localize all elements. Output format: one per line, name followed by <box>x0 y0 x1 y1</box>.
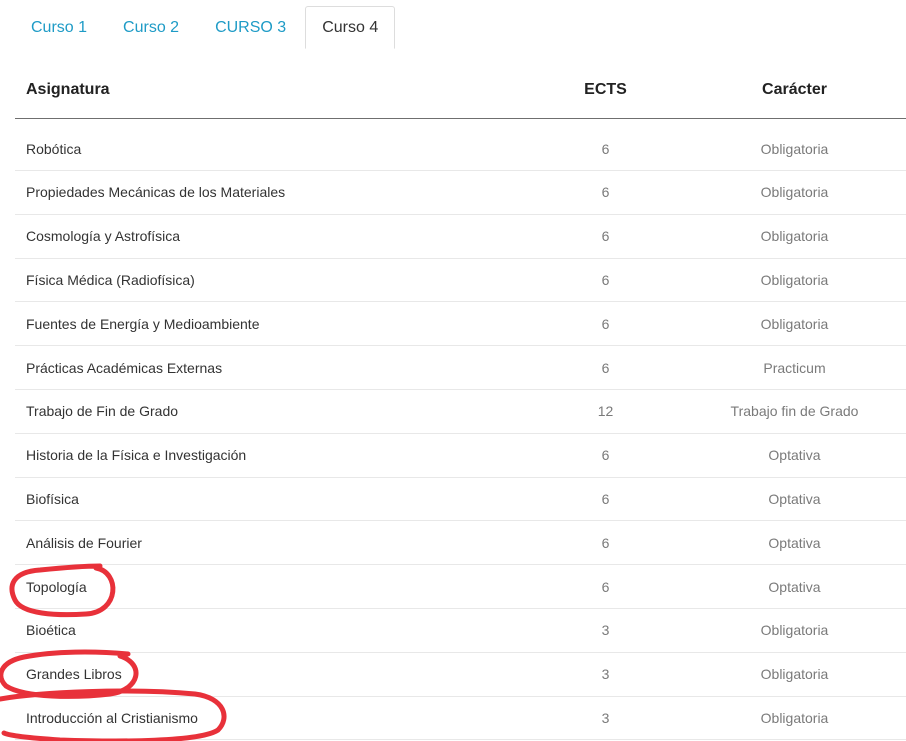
tab-curso-2[interactable]: Curso 2 <box>106 6 196 47</box>
cell-ects: 6 <box>601 359 610 376</box>
cell-ects: 6 <box>601 228 610 245</box>
table-body: Robótica 6 Obligatoria Propiedades Mecánica… <box>15 128 906 741</box>
tab-curso-4[interactable]: Curso 4 <box>305 6 396 49</box>
cell-ects: 3 <box>601 622 610 639</box>
cell-subject: Introducción al Cristianismo <box>26 709 198 726</box>
table-row: Física Médica (Radiofísica) 6 Obligatoria <box>15 259 906 303</box>
header-ects: ECTS <box>584 81 627 98</box>
cell-ects: 6 <box>601 141 610 157</box>
cell-subject: Análisis de Fourier <box>26 534 142 551</box>
subjects-table: Asignatura ECTS Carácter Robótica 6 Obliga… <box>15 62 906 741</box>
table-row: Biofísica 6 Optativa <box>15 478 906 522</box>
cell-subject: Prácticas Académicas Externas <box>26 359 223 376</box>
cell-subject: Trabajo de Fin de Grado <box>26 403 179 420</box>
cell-ects: 6 <box>601 490 610 507</box>
table-row: Fuentes de Energía y Medioambiente 6 Oblig… <box>15 302 906 347</box>
cell-type: Obligatoria <box>760 271 829 288</box>
cell-type: Obligatoria <box>760 622 829 639</box>
cell-type: Optativa <box>768 490 821 507</box>
header-subject: Asignatura <box>26 81 110 98</box>
table-row: Prácticas Académicas Externas 6 Practicum <box>15 346 906 390</box>
cell-subject: Robótica <box>26 141 82 157</box>
cell-ects: 3 <box>601 709 610 726</box>
course-tabs: Curso 1 Curso 2 CURSO 3 Curso 4 <box>14 6 397 49</box>
cell-type: Obligatoria <box>760 315 829 332</box>
cell-subject: Historia de la Física e Investigación <box>26 447 247 464</box>
cell-ects: 6 <box>601 447 610 464</box>
cell-type: Optativa <box>768 447 821 464</box>
table-header: Asignatura ECTS Carácter <box>15 62 906 119</box>
cell-ects: 6 <box>601 534 610 551</box>
cell-subject: Cosmología y Astrofísica <box>26 228 181 245</box>
cell-subject: Grandes Libros <box>26 666 122 683</box>
table-row: Topología 6 Optativa <box>15 565 906 609</box>
cell-type: Practicum <box>763 359 826 376</box>
cell-type: Optativa <box>768 534 821 551</box>
table-row: Grandes Libros 3 Obligatoria <box>15 653 906 697</box>
table-row: Propiedades Mecánicas de los Materiales 6… <box>15 171 906 215</box>
cell-ects: 6 <box>601 271 610 288</box>
table-row: Robótica 6 Obligatoria <box>15 128 906 171</box>
cell-type: Obligatoria <box>760 141 829 157</box>
cell-ects: 6 <box>601 578 610 595</box>
cell-type: Obligatoria <box>760 709 829 726</box>
cell-type: Optativa <box>768 578 821 595</box>
table-row: Análisis de Fourier 6 Optativa <box>15 521 906 566</box>
table-row: Cosmología y Astrofísica 6 Obligatoria <box>15 215 906 259</box>
table-row: Introducción al Cristianismo 3 Obligatoria <box>15 697 906 741</box>
cell-subject: Bioética <box>26 622 76 639</box>
table-row: Historia de la Física e Investigación 6 Op… <box>15 434 906 478</box>
cell-subject: Física Médica (Radiofísica) <box>26 271 195 288</box>
tab-curso-1[interactable]: Curso 1 <box>14 6 104 47</box>
cell-subject: Biofísica <box>26 490 79 507</box>
cell-type: Obligatoria <box>760 666 829 683</box>
table-row: Trabajo de Fin de Grado 12 Trabajo fin de … <box>15 390 906 434</box>
cell-ects: 6 <box>601 315 610 332</box>
table-row: Bioética 3 Obligatoria <box>15 609 906 653</box>
cell-type: Obligatoria <box>760 184 829 201</box>
cell-subject: Fuentes de Energía y Medioambiente <box>26 315 260 332</box>
cell-type: Obligatoria <box>760 228 829 245</box>
cell-ects: 6 <box>601 184 610 201</box>
cell-ects: 3 <box>601 666 610 683</box>
cell-ects: 12 <box>597 403 614 420</box>
cell-type: Trabajo fin de Grado <box>730 403 859 420</box>
tab-curso-3[interactable]: CURSO 3 <box>198 6 303 47</box>
cell-subject: Topología <box>26 578 87 595</box>
header-type: Carácter <box>762 81 827 98</box>
cell-subject: Propiedades Mecánicas de los Materiales <box>26 184 286 201</box>
